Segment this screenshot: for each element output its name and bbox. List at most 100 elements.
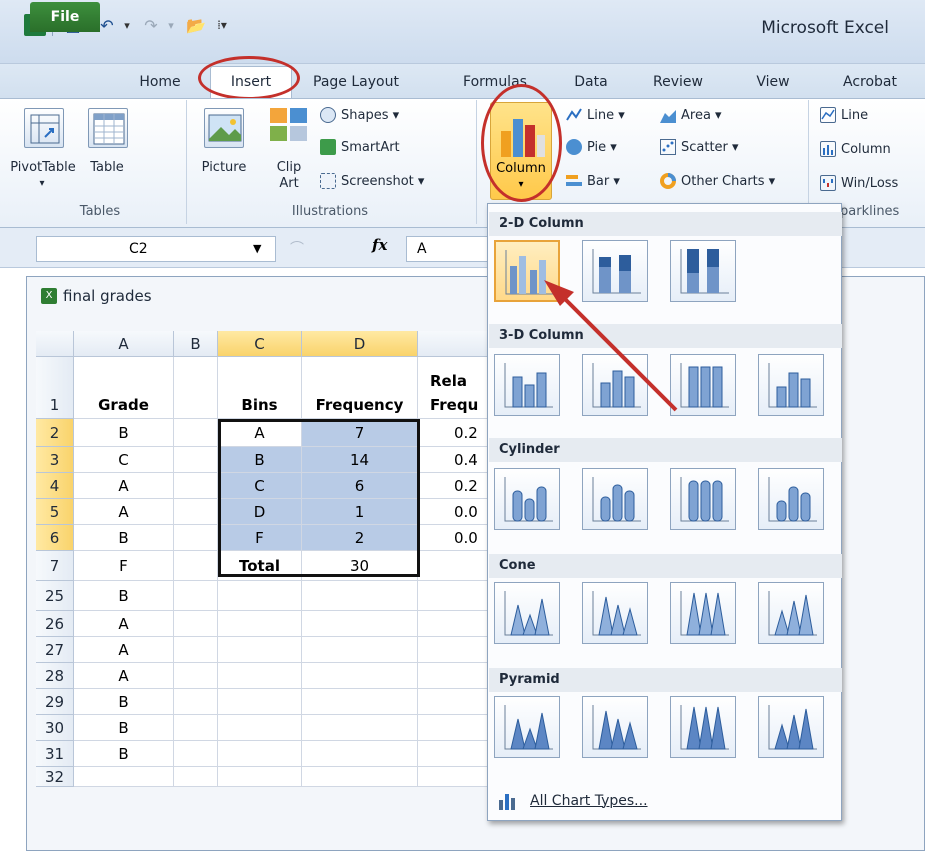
clustered-cylinder-option[interactable]	[494, 468, 560, 530]
tab-data[interactable]: Data	[566, 68, 616, 96]
stacked-column-option[interactable]	[582, 240, 648, 302]
tab-home[interactable]: Home	[130, 68, 190, 96]
clustered-column-option[interactable]	[494, 240, 560, 302]
scatter-chart-button[interactable]: Scatter ▾	[660, 136, 739, 158]
cell-a25[interactable]: B	[74, 581, 174, 611]
cell-b6[interactable]	[174, 525, 218, 551]
cell-a7[interactable]: F	[74, 551, 174, 581]
cell-d1[interactable]: Frequency	[302, 357, 418, 419]
cell-d30[interactable]	[302, 715, 418, 741]
cell-a6[interactable]: B	[74, 525, 174, 551]
cell-a1[interactable]: Grade	[74, 357, 174, 419]
row-header[interactable]: 25	[36, 581, 74, 611]
clip-art-icon[interactable]	[268, 104, 310, 144]
cell-e31[interactable]	[418, 741, 488, 767]
line-chart-button[interactable]: Line ▾	[566, 104, 625, 126]
cell-e4[interactable]: 0.2	[418, 473, 488, 499]
3d-column-option[interactable]	[758, 354, 824, 416]
smartart-button[interactable]: SmartArt	[320, 136, 400, 158]
cell-b32[interactable]	[174, 767, 218, 787]
column-header-a[interactable]: A	[74, 331, 174, 357]
100-stacked-cylinder-option[interactable]	[670, 468, 736, 530]
cell-c1[interactable]: Bins	[218, 357, 302, 419]
cell-a4[interactable]: A	[74, 473, 174, 499]
row-header[interactable]: 4	[36, 473, 74, 499]
other-charts-button[interactable]: Other Charts ▾	[660, 170, 775, 192]
column-header-c[interactable]: C	[218, 331, 302, 357]
cell-e25[interactable]	[418, 581, 488, 611]
screenshot-button[interactable]: Screenshot ▾	[320, 170, 424, 192]
stacked-cylinder-option[interactable]	[582, 468, 648, 530]
cell-e26[interactable]	[418, 611, 488, 637]
cell-c28[interactable]	[218, 663, 302, 689]
tab-file[interactable]: File	[30, 2, 100, 32]
chevron-down-icon[interactable]: ▼	[253, 237, 261, 261]
cell-c30[interactable]	[218, 715, 302, 741]
3d-100-stacked-column-option[interactable]	[670, 354, 736, 416]
cell-b7[interactable]	[174, 551, 218, 581]
pivottable-icon[interactable]	[24, 108, 64, 148]
cell-e2[interactable]: 0.2	[418, 419, 488, 447]
name-box[interactable]: C2 ▼	[36, 236, 276, 262]
cell-c31[interactable]	[218, 741, 302, 767]
clustered-pyramid-option[interactable]	[494, 696, 560, 758]
cell-d32[interactable]	[302, 767, 418, 787]
pivottable-label[interactable]: PivotTable	[6, 160, 80, 175]
row-header[interactable]: 32	[36, 767, 74, 787]
picture-label[interactable]: Picture	[196, 160, 252, 175]
cell-a32[interactable]	[74, 767, 174, 787]
3d-clustered-column-option[interactable]	[494, 354, 560, 416]
cell-b27[interactable]	[174, 637, 218, 663]
stacked-pyramid-option[interactable]	[582, 696, 648, 758]
cell-b4[interactable]	[174, 473, 218, 499]
row-header[interactable]: 29	[36, 689, 74, 715]
row-header[interactable]: 5	[36, 499, 74, 525]
row-header[interactable]: 6	[36, 525, 74, 551]
cell-b30[interactable]	[174, 715, 218, 741]
100-stacked-column-option[interactable]	[670, 240, 736, 302]
insert-function-icon[interactable]: fx	[372, 236, 387, 254]
cell-e27[interactable]	[418, 637, 488, 663]
cell-a27[interactable]: A	[74, 637, 174, 663]
clip-art-label-line1[interactable]: Clip	[268, 160, 310, 175]
cell-e6[interactable]: 0.0	[418, 525, 488, 551]
stacked-cone-option[interactable]	[582, 582, 648, 644]
customize-toolbar-icon[interactable]: ⁞▾	[214, 14, 230, 36]
cell-c25[interactable]	[218, 581, 302, 611]
pie-chart-button[interactable]: Pie ▾	[566, 136, 617, 158]
100-stacked-cone-option[interactable]	[670, 582, 736, 644]
cell-b5[interactable]	[174, 499, 218, 525]
cell-e5[interactable]: 0.0	[418, 499, 488, 525]
clip-art-label-line2[interactable]: Art	[268, 176, 310, 191]
cell-d25[interactable]	[302, 581, 418, 611]
cell-e30[interactable]	[418, 715, 488, 741]
row-header[interactable]: 30	[36, 715, 74, 741]
3d-cone-option[interactable]	[758, 582, 824, 644]
cell-e1[interactable]: Rela Frequ	[418, 357, 488, 419]
cell-e32[interactable]	[418, 767, 488, 787]
cell-b31[interactable]	[174, 741, 218, 767]
cell-e28[interactable]	[418, 663, 488, 689]
pivottable-dropdown-icon[interactable]: ▾	[30, 176, 54, 191]
cell-a26[interactable]: A	[74, 611, 174, 637]
cell-c29[interactable]	[218, 689, 302, 715]
cell-c27[interactable]	[218, 637, 302, 663]
sparkline-winloss-button[interactable]: Win/Loss	[820, 172, 898, 194]
table-icon[interactable]	[88, 108, 128, 148]
cell-b29[interactable]	[174, 689, 218, 715]
3d-stacked-column-option[interactable]	[582, 354, 648, 416]
cell-e3[interactable]: 0.4	[418, 447, 488, 473]
tab-page-layout[interactable]: Page Layout	[304, 68, 408, 96]
all-chart-types-button[interactable]: All Chart Types...	[498, 792, 648, 810]
row-header[interactable]: 27	[36, 637, 74, 663]
100-stacked-pyramid-option[interactable]	[670, 696, 736, 758]
row-header[interactable]: 26	[36, 611, 74, 637]
column-header-d[interactable]: D	[302, 331, 418, 357]
column-header-e[interactable]	[418, 331, 488, 357]
bar-chart-button[interactable]: Bar ▾	[566, 170, 620, 192]
cell-a31[interactable]: B	[74, 741, 174, 767]
picture-icon[interactable]	[204, 108, 244, 148]
column-header-b[interactable]: B	[174, 331, 218, 357]
cell-e7[interactable]	[418, 551, 488, 581]
tab-view[interactable]: View	[750, 68, 796, 96]
